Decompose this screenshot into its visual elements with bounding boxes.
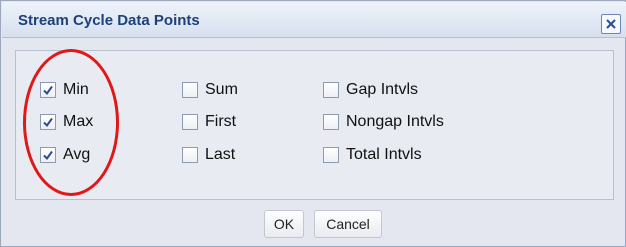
option-label-max: Max [63,113,94,130]
dialog-title: Stream Cycle Data Points [18,12,200,29]
option-gap-intvls[interactable]: Gap Intvls [323,80,418,100]
checkbox-first[interactable] [182,114,198,130]
option-label-min: Min [63,81,89,98]
option-max[interactable]: Max [40,112,93,132]
close-button[interactable] [601,14,621,34]
checkmark-icon [43,150,53,161]
option-label-sum: Sum [205,81,238,98]
checkmark-icon [43,85,53,96]
dialog-titlebar: Stream Cycle Data Points [2,2,626,38]
option-min[interactable]: Min [40,80,89,100]
option-total-intvls[interactable]: Total Intvls [323,145,422,165]
options-panel [15,50,614,200]
option-avg[interactable]: Avg [40,145,90,165]
close-icon [605,18,617,30]
option-label-avg: Avg [63,146,91,163]
ok-button[interactable]: OK [264,210,304,238]
checkbox-min[interactable] [40,82,56,98]
checkbox-gap-intvls[interactable] [323,82,339,98]
stream-cycle-dialog: Stream Cycle Data Points Min Max Avg Sum [0,0,626,247]
option-label-nongap-intvls: Nongap Intvls [346,113,444,130]
checkbox-sum[interactable] [182,82,198,98]
checkbox-nongap-intvls[interactable] [323,114,339,130]
option-label-gap-intvls: Gap Intvls [346,81,419,98]
checkbox-max[interactable] [40,114,56,130]
cancel-button[interactable]: Cancel [314,210,382,238]
option-label-total-intvls: Total Intvls [346,146,422,163]
checkbox-total-intvls[interactable] [323,147,339,163]
option-nongap-intvls[interactable]: Nongap Intvls [323,112,444,132]
checkmark-icon [43,117,53,128]
option-last[interactable]: Last [182,145,235,165]
checkbox-avg[interactable] [40,147,56,163]
option-label-first: First [205,113,237,130]
option-first[interactable]: First [182,112,236,132]
option-sum[interactable]: Sum [182,80,238,100]
option-label-last: Last [205,146,236,163]
checkbox-last[interactable] [182,147,198,163]
